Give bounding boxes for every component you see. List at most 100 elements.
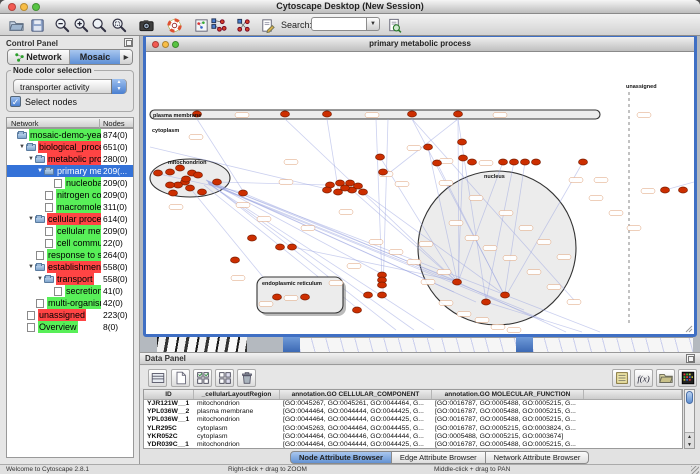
tree-item[interactable]: response to stimulu264(0) xyxy=(7,249,133,261)
column-header[interactable]: ID xyxy=(144,390,194,399)
network-node[interactable] xyxy=(679,187,688,193)
network-node[interactable] xyxy=(501,292,510,298)
tree-item[interactable]: macromolecule311(0) xyxy=(7,201,133,213)
network-node[interactable] xyxy=(174,182,183,188)
help-button[interactable] xyxy=(165,16,184,35)
search-dropdown-button[interactable]: ▼ xyxy=(367,17,380,31)
zoom-fit-button[interactable] xyxy=(90,16,109,35)
network-node[interactable] xyxy=(231,257,240,263)
background-window-fragment[interactable] xyxy=(157,337,247,352)
zoom-out-button[interactable] xyxy=(53,16,72,35)
network-node[interactable] xyxy=(273,294,282,300)
zoom-in-button[interactable] xyxy=(72,16,91,35)
network-node[interactable] xyxy=(378,292,387,298)
expand-arrow-icon[interactable]: ▼ xyxy=(18,141,26,153)
network-node[interactable] xyxy=(248,235,257,241)
unselect-all-attributes-button[interactable] xyxy=(215,369,234,387)
more-tabs-button[interactable]: ▶ xyxy=(120,50,132,64)
tree-item[interactable]: mosaic-demo-yeast874(0) xyxy=(7,129,133,141)
column-header[interactable]: annotation.GO MOLECULAR_FUNCTION xyxy=(432,390,584,399)
network-node[interactable] xyxy=(510,159,519,165)
network-node[interactable] xyxy=(458,139,467,145)
tree-item[interactable]: nucleobase-co209(0) xyxy=(7,177,133,189)
tree-item[interactable]: multi-organism pro42(0) xyxy=(7,297,133,309)
tab-mosaic[interactable]: Mosaic xyxy=(70,50,120,64)
table-row[interactable]: YPL036W__1mitochondrion[GO:0044464, GO:0… xyxy=(144,416,682,424)
save-session-button[interactable] xyxy=(28,16,47,35)
tree-item[interactable]: Overview8(0) xyxy=(7,321,133,333)
select-nodes-checkbox[interactable]: ✓ xyxy=(10,96,21,107)
network-node[interactable] xyxy=(364,292,373,298)
tree-item[interactable]: nitrogen compou209(0) xyxy=(7,189,133,201)
expand-arrow-icon[interactable]: ▼ xyxy=(36,273,44,285)
tab-network-attribute-browser[interactable]: Network Attribute Browser xyxy=(486,451,590,464)
annotation-button[interactable] xyxy=(258,16,277,35)
table-rows-button[interactable] xyxy=(148,369,167,387)
tree-item[interactable]: ▼primary metabolic209(... xyxy=(7,165,133,177)
network-node[interactable] xyxy=(353,307,362,313)
background-window-fragment[interactable] xyxy=(283,337,300,352)
tree-item[interactable]: ▼biological_process651(0) xyxy=(7,141,133,153)
tree-item[interactable]: secretion41(0) xyxy=(7,285,133,297)
background-window-fragment[interactable] xyxy=(516,337,533,352)
network-node[interactable] xyxy=(408,111,417,117)
network-node[interactable] xyxy=(239,190,248,196)
network-node[interactable] xyxy=(661,187,670,193)
network-node[interactable] xyxy=(378,282,387,288)
delete-attribute-button[interactable] xyxy=(237,369,256,387)
network-node[interactable] xyxy=(359,189,368,195)
network-node[interactable] xyxy=(453,279,462,285)
canvas-resize-grip[interactable] xyxy=(686,326,692,332)
network-node[interactable] xyxy=(186,185,195,191)
network-node[interactable] xyxy=(276,244,285,250)
open-session-button[interactable] xyxy=(7,16,26,35)
enhanced-search-button[interactable] xyxy=(385,16,404,35)
table-row[interactable]: YLR295Ccytoplasm[GO:0045263, GO:0044464,… xyxy=(144,425,682,433)
expand-arrow-icon[interactable]: ▼ xyxy=(27,213,35,225)
edge[interactable] xyxy=(376,119,382,280)
scrollbar-arrows[interactable]: ▲▼ xyxy=(685,432,694,448)
tree-item[interactable]: ▼cellular process614(0) xyxy=(7,213,133,225)
network-node[interactable] xyxy=(376,154,385,160)
table-scrollbar[interactable]: ▲▼ xyxy=(684,389,695,449)
network-node[interactable] xyxy=(166,182,175,188)
network-node[interactable] xyxy=(454,111,463,117)
layout-spring-button[interactable] xyxy=(209,16,228,35)
tree-item[interactable]: ▼metabolic process280(0) xyxy=(7,153,133,165)
select-all-attributes-button[interactable] xyxy=(193,369,212,387)
network-node[interactable] xyxy=(468,159,477,165)
table-row[interactable]: YJR121W__1mitochondrion[GO:0045267, GO:0… xyxy=(144,400,682,408)
network-node[interactable] xyxy=(532,159,541,165)
tab-node-attribute-browser[interactable]: Node Attribute Browser xyxy=(290,451,392,464)
snapshot-button[interactable] xyxy=(137,16,156,35)
new-document-button[interactable] xyxy=(171,369,190,387)
float-panel-icon[interactable] xyxy=(124,38,133,47)
search-input[interactable] xyxy=(311,17,367,31)
network-node[interactable] xyxy=(499,159,508,165)
attribute-list-button[interactable] xyxy=(612,369,631,387)
network-node[interactable] xyxy=(341,185,350,191)
matrix-view-button[interactable] xyxy=(678,369,697,387)
float-panel-icon[interactable] xyxy=(686,354,695,363)
function-builder-button[interactable]: f(x) xyxy=(634,369,653,387)
tree-item[interactable]: cell communicati22(0) xyxy=(7,237,133,249)
network-node[interactable] xyxy=(433,160,442,166)
window-resize-grip[interactable] xyxy=(691,466,699,474)
zoom-selected-button[interactable] xyxy=(110,16,129,35)
network-canvas[interactable]: plasma membrane cytoplasm mitochondrion … xyxy=(146,52,694,334)
network-node[interactable] xyxy=(521,159,530,165)
background-window-fragment[interactable] xyxy=(300,337,516,352)
node-color-dropdown[interactable]: transporter activity ▲▼ xyxy=(13,79,127,94)
scrollbar-thumb[interactable] xyxy=(686,391,693,404)
edge[interactable] xyxy=(217,182,328,185)
network-node[interactable] xyxy=(182,176,191,182)
table-row[interactable]: YKR052Ccytoplasm[GO:0044464, GO:0044446,… xyxy=(144,433,682,441)
network-node[interactable] xyxy=(166,169,175,175)
expand-arrow-icon[interactable]: ▼ xyxy=(27,261,35,273)
expand-arrow-icon[interactable]: ▼ xyxy=(27,153,35,165)
network-node[interactable] xyxy=(323,187,332,193)
edge[interactable] xyxy=(327,119,338,188)
network-node[interactable] xyxy=(459,155,468,161)
network-node[interactable] xyxy=(579,159,588,165)
tab-edge-attribute-browser[interactable]: Edge Attribute Browser xyxy=(392,451,486,464)
